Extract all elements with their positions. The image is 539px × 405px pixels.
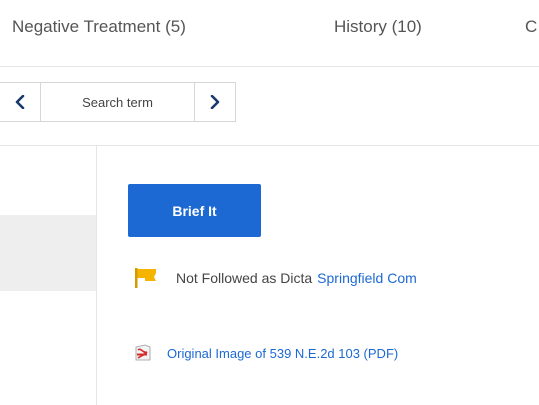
treatment-row: Not Followed as Dicta Springfield Com [134, 267, 417, 289]
left-panel-highlight [0, 215, 96, 291]
tab-bar: Negative Treatment (5) History (10) C [0, 0, 539, 67]
section-divider [0, 145, 539, 146]
tab-history[interactable]: History (10) [334, 16, 422, 38]
pdf-row: Original Image of 539 N.E.2d 103 (PDF) [134, 344, 398, 362]
tab-truncated[interactable]: C [525, 16, 537, 38]
tab-negative-treatment[interactable]: Negative Treatment (5) [12, 16, 186, 38]
original-image-pdf-link[interactable]: Original Image of 539 N.E.2d 103 (PDF) [167, 346, 398, 361]
treatment-label: Not Followed as Dicta [176, 270, 313, 286]
next-term-button[interactable] [194, 82, 236, 122]
chevron-left-icon [15, 95, 25, 109]
panel-divider [96, 146, 97, 405]
search-term-label: Search term [40, 82, 195, 122]
pdf-icon [134, 344, 152, 362]
yellow-flag-icon [134, 267, 158, 289]
chevron-right-icon [210, 95, 220, 109]
previous-term-button[interactable] [0, 82, 41, 122]
citing-case-link[interactable]: Springfield Com [317, 270, 417, 286]
document-page: Negative Treatment (5) History (10) C Se… [0, 0, 539, 405]
brief-it-button[interactable]: Brief It [128, 184, 261, 237]
